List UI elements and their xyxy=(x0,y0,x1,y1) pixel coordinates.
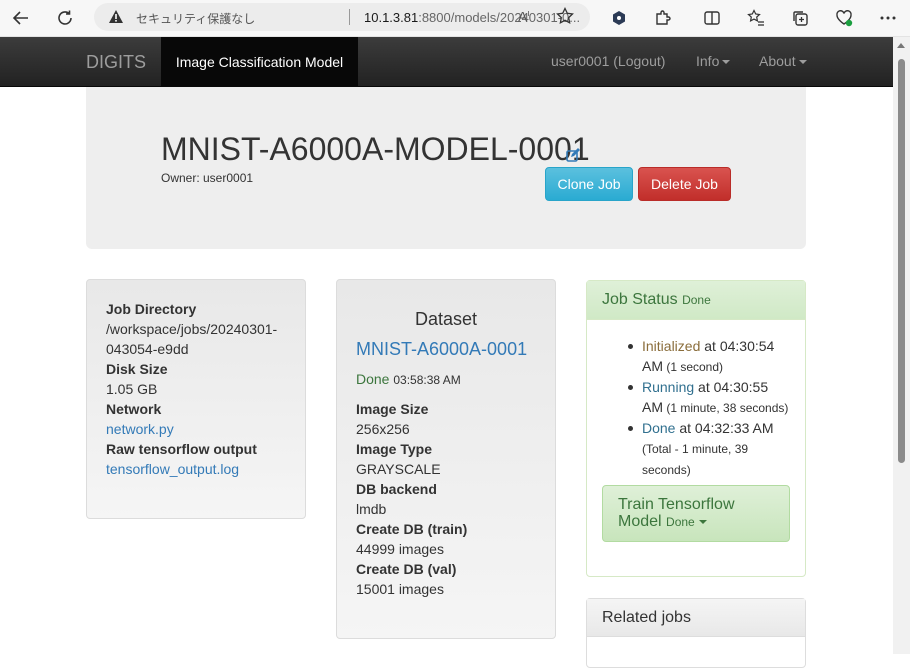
back-icon[interactable] xyxy=(9,6,33,30)
raw-output-label: Raw tensorflow output xyxy=(106,441,257,457)
image-type-label: Image Type xyxy=(356,441,432,457)
dataset-status: Done 03:58:38 AM xyxy=(356,371,461,387)
status-duration-running: (1 minute, 38 seconds) xyxy=(663,401,789,415)
status-history-list: Initialized at 04:30:54 AM (1 second) Ru… xyxy=(628,336,802,480)
status-time-initialized: at 04:30:54 xyxy=(700,338,775,354)
disk-size-value: 1.05 GB xyxy=(106,381,158,397)
db-backend-value: lmdb xyxy=(356,501,387,517)
delete-job-button[interactable]: Delete Job xyxy=(638,167,731,201)
page-scrollbar[interactable] xyxy=(893,37,910,654)
status-total-done: (Total - 1 minute, 39 xyxy=(642,442,749,456)
clone-job-button[interactable]: Clone Job xyxy=(545,167,633,201)
status-time-running: at 04:30:55 xyxy=(694,379,769,395)
dataset-status-state: Done xyxy=(356,371,390,387)
image-type-value: GRAYSCALE xyxy=(356,461,441,477)
job-info-panel: Job Directory /workspace/jobs/20240301- … xyxy=(86,279,306,519)
disk-size-label: Disk Size xyxy=(106,361,168,377)
url-text: 10.1.3.81:8800/models/20240301-0... xyxy=(364,10,580,25)
job-directory-value-cont: 043054-e9dd xyxy=(106,341,189,357)
navbar: DIGITS Image Classification Model user00… xyxy=(0,37,893,87)
image-size-value: 256x256 xyxy=(356,421,410,437)
caret-down-icon xyxy=(722,60,731,65)
status-total-done-cont: seconds) xyxy=(642,463,691,477)
status-ampm-running: AM xyxy=(642,399,663,415)
status-state-done: Done xyxy=(642,420,676,436)
split-screen-icon[interactable] xyxy=(700,6,724,30)
job-status-title-text: Job Status xyxy=(602,291,678,308)
page-title: MNIST-A6000A-MODEL-0001 xyxy=(161,131,590,167)
favorite-star-icon[interactable] xyxy=(556,6,574,30)
create-db-val-value: 15001 images xyxy=(356,581,444,597)
brand-logo[interactable]: DIGITS xyxy=(86,52,146,73)
warning-icon[interactable] xyxy=(108,9,124,29)
nav-info-dropdown[interactable]: Info xyxy=(696,53,731,69)
related-jobs-title: Related jobs xyxy=(602,609,691,626)
address-divider xyxy=(349,9,350,25)
favorites-list-icon[interactable] xyxy=(744,6,768,30)
train-model-title: Train Tensorflow Model Done xyxy=(618,496,735,531)
extension-shield-icon[interactable] xyxy=(607,6,631,30)
dataset-panel: Dataset MNIST-A6000A-0001 Done 03:58:38 … xyxy=(336,279,556,639)
train-model-title-line1: Train Tensorflow xyxy=(618,496,735,513)
tensorflow-output-link[interactable]: tensorflow_output.log xyxy=(106,461,239,477)
job-status-panel: Job Status Done Initialized at 04:30:54 … xyxy=(586,280,806,577)
job-status-title: Job Status Done xyxy=(602,291,711,309)
bullet-icon xyxy=(628,385,633,390)
job-header: MNIST-A6000A-MODEL-0001 Owner: user0001 … xyxy=(86,87,806,249)
scroll-up-arrow-icon[interactable] xyxy=(897,43,905,48)
job-directory-value: /workspace/jobs/20240301- xyxy=(106,321,278,337)
status-item-running: Running at 04:30:55 AM (1 minute, 38 sec… xyxy=(628,377,802,418)
network-label: Network xyxy=(106,401,162,417)
job-status-state: Done xyxy=(682,293,711,307)
related-jobs-heading: Related jobs xyxy=(587,599,805,637)
create-db-train-value: 44999 images xyxy=(356,541,444,557)
insecure-label: セキュリティ保護なし xyxy=(136,12,256,26)
create-db-train-label: Create DB (train) xyxy=(356,521,468,537)
db-backend-label: DB backend xyxy=(356,481,437,497)
create-db-val-label: Create DB (val) xyxy=(356,561,457,577)
nav-about-dropdown[interactable]: About xyxy=(759,53,807,69)
browser-essentials-icon[interactable] xyxy=(832,6,856,30)
train-model-status-toggle[interactable]: Train Tensorflow Model Done xyxy=(602,485,790,542)
nav-info-label: Info xyxy=(696,53,720,69)
dataset-heading: Dataset xyxy=(414,309,478,329)
bullet-icon xyxy=(628,426,633,431)
dataset-link[interactable]: MNIST-A6000A-0001 xyxy=(356,339,527,360)
related-jobs-panel: Related jobs xyxy=(586,598,806,668)
status-state-running: Running xyxy=(642,379,695,395)
browser-toolbar: セキュリティ保護なし 10.1.3.81:8800/models/2024030… xyxy=(0,0,910,37)
nav-about-label: About xyxy=(759,53,796,69)
refresh-icon[interactable] xyxy=(53,6,77,30)
caret-down-icon xyxy=(698,519,707,524)
url-host: 10.1.3.81 xyxy=(364,10,419,25)
owner-label: Owner: user0001 xyxy=(161,171,254,185)
status-duration-initialized: (1 second) xyxy=(663,360,724,374)
status-time-done: at 04:32:33 AM xyxy=(675,420,774,436)
collections-icon[interactable] xyxy=(788,6,812,30)
network-py-link[interactable]: network.py xyxy=(106,421,174,437)
train-model-title-line2: Model xyxy=(618,513,662,530)
dataset-status-time: 03:58:38 AM xyxy=(393,373,461,387)
extensions-puzzle-icon[interactable] xyxy=(651,6,675,30)
more-menu-icon[interactable] xyxy=(876,6,900,30)
nav-user-logout[interactable]: user0001 (Logout) xyxy=(551,53,665,69)
train-model-state: Done xyxy=(666,515,695,529)
job-status-heading: Job Status Done xyxy=(587,281,805,320)
image-size-label: Image Size xyxy=(356,401,429,417)
status-item-done: Done at 04:32:33 AM (Total - 1 minute, 3… xyxy=(628,418,802,480)
address-bar[interactable]: セキュリティ保護なし 10.1.3.81:8800/models/2024030… xyxy=(94,3,590,31)
nav-image-classification-model[interactable]: Image Classification Model xyxy=(161,37,358,86)
status-ampm-initialized: AM xyxy=(642,358,663,374)
bullet-icon xyxy=(628,344,633,349)
read-aloud-icon[interactable]: Aı xyxy=(518,8,530,25)
job-directory-label: Job Directory xyxy=(106,301,197,317)
status-state-initialized: Initialized xyxy=(642,338,701,354)
edit-icon[interactable] xyxy=(566,148,580,167)
caret-down-icon xyxy=(798,60,807,65)
status-item-initialized: Initialized at 04:30:54 AM (1 second) xyxy=(628,336,802,377)
scrollbar-thumb[interactable] xyxy=(898,59,905,463)
